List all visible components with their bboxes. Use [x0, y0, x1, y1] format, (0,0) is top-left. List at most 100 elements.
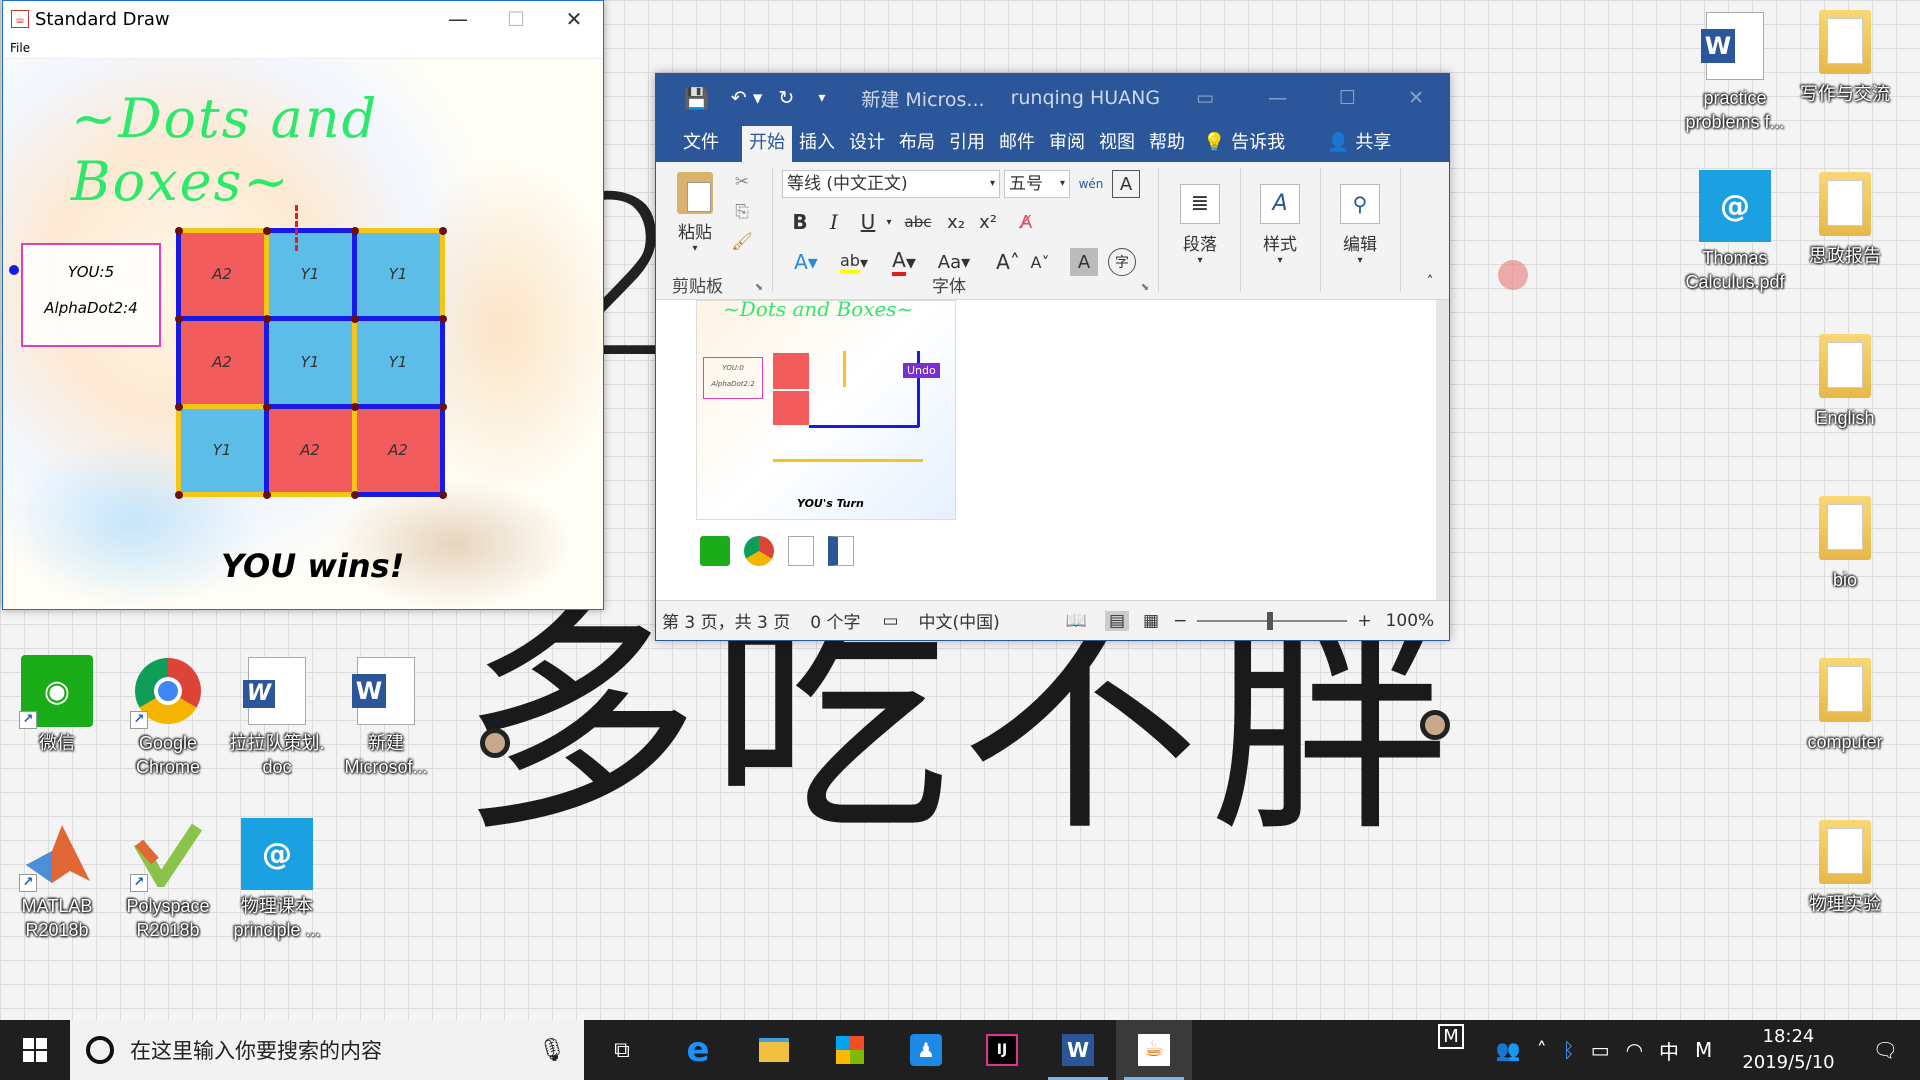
dialog-launcher-icon[interactable]: ⬊	[752, 280, 766, 294]
menu-file[interactable]: File	[10, 41, 30, 55]
editing-button[interactable]: ⚲ 编辑 ▾	[1328, 170, 1392, 280]
superscript-button[interactable]: x²	[974, 208, 1002, 236]
proofing-icon[interactable]: ▭	[882, 611, 898, 631]
desktop-icon-politics-folder[interactable]: 思政报告	[1790, 172, 1900, 268]
font-size-select[interactable]: 五号 ▾	[1004, 170, 1070, 198]
customize-qat-icon[interactable]: ▾	[818, 90, 825, 106]
desktop-icon-cheer-doc[interactable]: W 拉拉队策划. doc	[222, 655, 332, 779]
paste-button[interactable]: 粘贴 ▾	[670, 170, 720, 256]
taskbar-java[interactable]: ☕	[1116, 1020, 1192, 1080]
print-layout-icon[interactable]: ▤	[1104, 610, 1130, 631]
taskbar-intellij[interactable]: IJ	[964, 1020, 1040, 1080]
board-edge-horizontal[interactable]	[179, 228, 267, 233]
font-color-icon[interactable]: A ▾	[882, 248, 926, 276]
minimize-button[interactable]: —	[429, 1, 487, 37]
board-edge-vertical[interactable]	[352, 407, 357, 495]
text-effects-icon[interactable]: A▾	[786, 248, 826, 276]
language[interactable]: 中文(中国)	[919, 608, 1000, 633]
game-board[interactable]: A2 Y1 Y1 A2 Y1 Y1 Y1 A2 A2	[175, 227, 447, 499]
share-button[interactable]: 👤 共享	[1320, 126, 1398, 162]
taskbar-qq[interactable]: ♟	[888, 1020, 964, 1080]
board-edge-vertical[interactable]	[352, 319, 357, 407]
subscript-button[interactable]: x₂	[942, 208, 970, 236]
taskbar-file-explorer[interactable]	[736, 1020, 812, 1080]
board-edge-horizontal[interactable]	[267, 492, 355, 497]
desktop-icon-new-word[interactable]: W 新建 Microsof...	[331, 655, 441, 779]
shrink-font-icon[interactable]: A˅	[1026, 248, 1054, 276]
user-name[interactable]: runqing HUANG	[1011, 87, 1161, 109]
start-button[interactable]	[0, 1020, 70, 1080]
tab-insert[interactable]: 插入	[792, 126, 842, 162]
undo-icon[interactable]: ↶ ▾	[731, 87, 763, 109]
underline-dropdown-icon[interactable]: ▾	[882, 208, 896, 236]
battery-icon[interactable]: ▭	[1591, 1038, 1610, 1062]
enclose-characters-icon[interactable]: 字	[1108, 248, 1136, 276]
board-edge-horizontal[interactable]	[355, 404, 443, 409]
underline-button[interactable]: U	[854, 208, 882, 236]
board-edge-horizontal[interactable]	[267, 228, 355, 233]
desktop-icon-polyspace[interactable]: ↗ Polyspace R2018b	[113, 818, 223, 942]
document-area[interactable]: ~Dots and Boxes~ YOU:0 AlphaDot2:2 Undo …	[656, 300, 1449, 601]
styles-button[interactable]: A 样式 ▾	[1248, 170, 1312, 280]
tab-design[interactable]: 设计	[842, 126, 892, 162]
board-edge-horizontal[interactable]	[355, 492, 443, 497]
board-edge-horizontal[interactable]	[179, 404, 267, 409]
cut-icon[interactable]: ✂	[728, 170, 756, 194]
tab-home[interactable]: 开始	[742, 126, 792, 162]
bluetooth-icon[interactable]: ᛒ	[1563, 1038, 1575, 1062]
board-edge-horizontal[interactable]	[179, 316, 267, 321]
read-mode-icon[interactable]: 📖	[1066, 611, 1087, 631]
desktop-icon-wechat[interactable]: ◉ ↗ 微信	[2, 655, 112, 755]
microphone-icon[interactable]: 🎙	[538, 1038, 566, 1063]
search-box[interactable]: 在这里输入你要搜索的内容 🎙	[70, 1020, 584, 1080]
standard-draw-window[interactable]: ☕ Standard Draw — ☐ ✕ File ~Dots and Box…	[2, 0, 604, 610]
desktop-icon-physics-lab-folder[interactable]: 物理实验	[1790, 820, 1900, 916]
desktop-icon-matlab[interactable]: ↗ MATLAB R2018b	[2, 818, 112, 942]
desktop-icon-english-folder[interactable]: English	[1790, 334, 1900, 430]
board-edge-vertical[interactable]	[176, 407, 181, 495]
page-count[interactable]: 第 3 页，共 3 页	[662, 608, 790, 633]
tab-references[interactable]: 引用	[942, 126, 992, 162]
desktop-icon-computer-folder[interactable]: computer	[1790, 658, 1900, 754]
board-edge-vertical[interactable]	[440, 231, 445, 319]
board-edge-vertical[interactable]	[440, 407, 445, 495]
board-edge-vertical[interactable]	[264, 407, 269, 495]
taskbar-edge[interactable]: e	[660, 1020, 736, 1080]
paragraph-button[interactable]: ≣ 段落 ▾	[1168, 170, 1232, 280]
format-painter-icon[interactable]: 🖌	[728, 230, 756, 254]
ribbon-display-icon[interactable]: ▭	[1196, 87, 1214, 109]
font-name-select[interactable]: 等线 (中文正文) ▾	[782, 170, 1000, 198]
board-edge-horizontal[interactable]	[267, 316, 355, 321]
grow-font-icon[interactable]: A˄	[994, 248, 1022, 276]
desktop-icon-physics-pdf[interactable]: @ 物理课本 principle ...	[222, 818, 332, 942]
people-icon[interactable]: 👥	[1496, 1038, 1521, 1062]
ime-indicator-icon[interactable]: M	[1438, 1023, 1464, 1049]
taskbar-store[interactable]	[812, 1020, 888, 1080]
strikethrough-button[interactable]: abc	[900, 208, 936, 236]
tab-view[interactable]: 视图	[1092, 126, 1142, 162]
board-edge-vertical[interactable]	[264, 319, 269, 407]
highlight-icon[interactable]: ab ▾	[832, 248, 876, 276]
board-edge-vertical[interactable]	[352, 231, 357, 319]
close-button[interactable]: ✕	[1408, 87, 1424, 109]
board-edge-horizontal[interactable]	[355, 228, 443, 233]
character-border-icon[interactable]: A	[1112, 170, 1140, 198]
tab-layout[interactable]: 布局	[892, 126, 942, 162]
task-view-button[interactable]: ⧉	[584, 1020, 660, 1080]
dialog-launcher-icon[interactable]: ⬊	[1138, 280, 1152, 294]
web-layout-icon[interactable]: ▦	[1143, 611, 1159, 631]
phonetic-guide-icon[interactable]: wén	[1076, 170, 1106, 198]
action-center-icon[interactable]: 🗨	[1873, 1038, 1898, 1062]
clear-formatting-icon[interactable]: A̸	[1012, 208, 1040, 236]
embedded-screenshot[interactable]: ~Dots and Boxes~ YOU:0 AlphaDot2:2 Undo …	[696, 300, 956, 520]
board-edge-horizontal[interactable]	[355, 316, 443, 321]
redo-icon[interactable]: ↻	[778, 87, 794, 109]
board-edge-horizontal[interactable]	[179, 492, 267, 497]
tab-mailings[interactable]: 邮件	[992, 126, 1042, 162]
tab-file[interactable]: 文件	[676, 126, 726, 162]
ime-mode[interactable]: M	[1695, 1038, 1712, 1062]
bold-button[interactable]: B	[786, 208, 814, 236]
zoom-out-button[interactable]: −	[1173, 611, 1187, 631]
save-icon[interactable]: 💾	[684, 86, 709, 110]
word-count[interactable]: 0 个字	[810, 608, 860, 633]
